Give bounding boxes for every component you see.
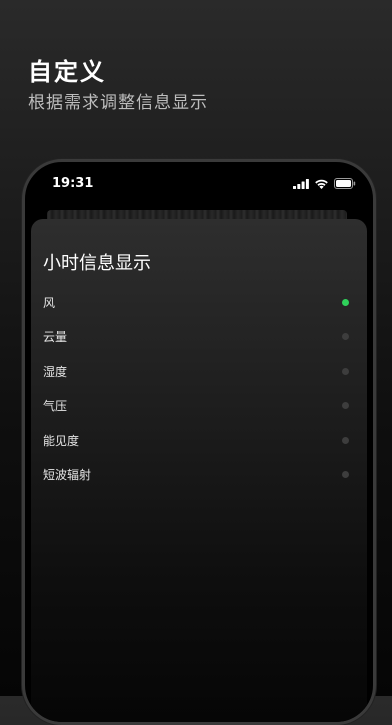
option-label: 云量 [43,330,68,345]
promo-title: 自定义 [28,58,106,86]
option-label: 短波辐射 [43,467,92,482]
option-label: 气压 [43,399,68,414]
option-list: 风 云量 湿度 气压 能见度 短波辐射 [31,285,367,491]
option-row-pressure[interactable]: 气压 [31,388,367,422]
option-label: 湿度 [43,364,68,379]
battery-icon [334,178,356,189]
toggle-dot-icon[interactable] [342,367,349,375]
hourly-info-sheet: 小时信息显示 风 云量 湿度 气压 能见度 短波辐射 [31,219,367,722]
option-row-cloud-cover[interactable]: 云量 [31,319,367,353]
option-row-shortwave-radiation[interactable]: 短波辐射 [31,457,367,491]
status-bar: 19:31 [25,162,373,210]
phone-frame: 19:31 小时信息显示 风 云量 湿度 气压 能见度 短波辐射 [22,159,376,725]
option-label: 风 [43,296,56,310]
toggle-dot-icon[interactable] [342,402,349,410]
toggle-dot-icon[interactable] [342,470,349,478]
sheet-title: 小时信息显示 [43,253,151,274]
toggle-dot-icon[interactable] [342,333,349,341]
toggle-dot-icon[interactable] [342,299,349,306]
status-time: 19:31 [52,176,94,191]
signal-icon [293,179,309,189]
option-label: 能见度 [43,433,80,448]
option-row-humidity[interactable]: 湿度 [31,354,367,388]
wifi-icon [315,179,328,189]
option-row-wind[interactable]: 风 [31,285,367,319]
toggle-dot-icon[interactable] [342,436,349,444]
option-row-visibility[interactable]: 能见度 [31,423,367,457]
promo-subtitle: 根据需求调整信息显示 [28,93,208,113]
